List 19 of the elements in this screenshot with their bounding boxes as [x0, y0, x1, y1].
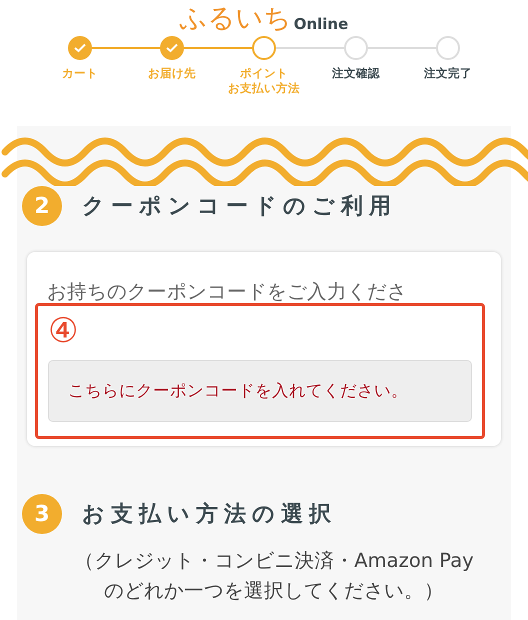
step-label: ポイント [240, 66, 288, 81]
section-title: クーポンコードのご利用 [82, 193, 397, 221]
annotation-note: こちらにクーポンコードを入れてください。 [68, 380, 408, 402]
step-label: 注文確認 [332, 66, 380, 81]
logo-subtext: Online [294, 14, 348, 34]
step-label: お支払い方法 [228, 81, 300, 96]
description-text: （クレジット・コンビニ決済・Amazon Payのどれか一つを選択してください。） [73, 548, 475, 604]
check-icon [74, 43, 86, 53]
coupon-input-field[interactable]: こちらにクーポンコードを入れてください。 [48, 360, 472, 422]
step-label: カート [62, 66, 98, 81]
step-label: お届け先 [148, 66, 196, 81]
step-label: 注文完了 [424, 66, 472, 81]
section-number: 3 [22, 494, 62, 534]
section-number: 2 [22, 186, 62, 226]
logo-text: ふるいち [180, 4, 292, 34]
check-icon [166, 43, 178, 53]
section-title: お支払い方法の選択 [82, 500, 337, 529]
instruction-text: お持ちのクーポンコードをご入力くださ [47, 279, 407, 305]
annotation-marker: ④ [48, 314, 78, 348]
